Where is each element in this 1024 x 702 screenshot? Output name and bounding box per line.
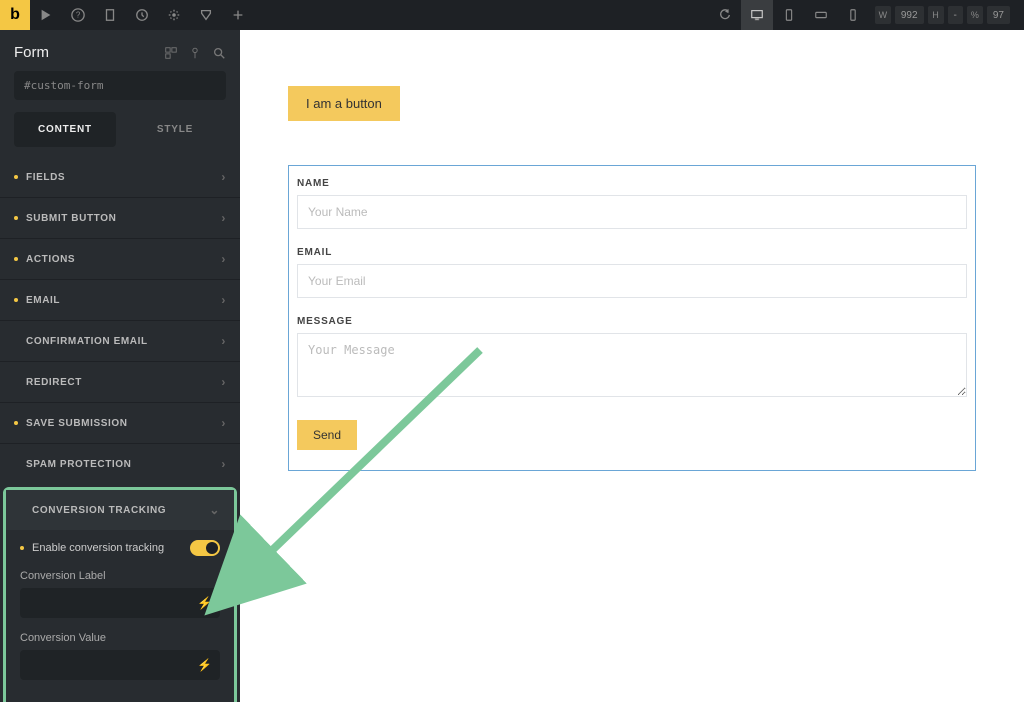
width-value[interactable]: 992 (895, 6, 924, 24)
svg-text:?: ? (76, 11, 81, 20)
device-mobile-button[interactable] (837, 0, 869, 30)
section-email[interactable]: EMAIL › (0, 279, 240, 320)
form-message-label: MESSAGE (289, 312, 975, 333)
width-label: W (875, 6, 891, 24)
add-icon[interactable] (222, 0, 254, 30)
form-email-label: EMAIL (289, 243, 975, 264)
enable-conversion-label: Enable conversion tracking (32, 542, 164, 554)
toolbar-left-group: ? (30, 0, 254, 30)
device-desktop-button[interactable] (741, 0, 773, 30)
canvas[interactable]: I am a button NAME EMAIL MESSAGE Send (240, 30, 1024, 702)
chevron-right-icon: › (221, 457, 226, 471)
device-preview-group (741, 0, 869, 30)
conversion-label-fieldlabel: Conversion Label (20, 570, 220, 582)
conversion-value-fieldlabel: Conversion Value (20, 632, 220, 644)
panel-title: Form (14, 44, 49, 61)
section-conversion-tracking[interactable]: CONVERSION TRACKING ⌄ (6, 490, 234, 530)
search-icon[interactable] (212, 46, 226, 60)
form-send-button[interactable]: Send (297, 420, 357, 450)
conversion-label-input[interactable]: ⚡ (20, 588, 220, 618)
form-message-input[interactable] (297, 333, 967, 397)
section-spam-protection[interactable]: SPAM PROTECTION › (0, 443, 240, 484)
chevron-down-icon: ⌄ (209, 503, 220, 517)
link-icon[interactable] (188, 46, 202, 60)
section-label: SUBMIT BUTTON (26, 213, 116, 224)
section-label: CONFIRMATION EMAIL (26, 336, 148, 347)
form-email-input[interactable] (297, 264, 967, 298)
zoom-value[interactable]: 97 (987, 6, 1010, 24)
section-confirmation-email[interactable]: CONFIRMATION EMAIL › (0, 320, 240, 361)
section-actions[interactable]: ACTIONS › (0, 238, 240, 279)
section-submit-button[interactable]: SUBMIT BUTTON › (0, 197, 240, 238)
form-name-label: NAME (289, 174, 975, 195)
form-name-input[interactable] (297, 195, 967, 229)
sample-button[interactable]: I am a button (288, 86, 400, 121)
section-label: SAVE SUBMISSION (26, 418, 128, 429)
inspector-tabs: CONTENT STYLE (14, 112, 226, 147)
help-icon[interactable]: ? (62, 0, 94, 30)
page-icon[interactable] (94, 0, 126, 30)
section-label: SPAM PROTECTION (26, 459, 131, 470)
device-tablet-portrait-button[interactable] (773, 0, 805, 30)
top-toolbar: b ? W 992 H - % 97 (0, 0, 1024, 30)
form-element[interactable]: NAME EMAIL MESSAGE Send (288, 165, 976, 471)
section-label: EMAIL (26, 295, 60, 306)
sections-list: FIELDS › SUBMIT BUTTON › ACTIONS › EMAIL… (0, 157, 240, 702)
panel-header: Form (0, 30, 240, 71)
conversion-body: Enable conversion tracking Conversion La… (6, 530, 234, 702)
chevron-right-icon: › (221, 375, 226, 389)
section-save-submission[interactable]: SAVE SUBMISSION › (0, 402, 240, 443)
chevron-right-icon: › (221, 170, 226, 184)
section-label: REDIRECT (26, 377, 82, 388)
structure-icon[interactable] (164, 46, 178, 60)
css-selector-input[interactable]: #custom-form (14, 71, 226, 100)
chevron-right-icon: › (221, 211, 226, 225)
conversion-value-input[interactable]: ⚡ (20, 650, 220, 680)
app-logo[interactable]: b (0, 0, 30, 30)
chevron-right-icon: › (221, 334, 226, 348)
settings-icon[interactable] (158, 0, 190, 30)
enable-conversion-toggle[interactable] (190, 540, 220, 556)
section-conversion-tracking-highlight: CONVERSION TRACKING ⌄ Enable conversion … (3, 487, 237, 702)
tab-content[interactable]: CONTENT (14, 112, 116, 147)
history-icon[interactable] (126, 0, 158, 30)
inspector-sidebar: Form #custom-form CONTENT STYLE FIELDS ›… (0, 30, 240, 702)
device-tablet-landscape-button[interactable] (805, 0, 837, 30)
section-label: ACTIONS (26, 254, 75, 265)
chevron-right-icon: › (221, 293, 226, 307)
enable-conversion-row: Enable conversion tracking (20, 540, 220, 556)
height-value[interactable]: - (948, 6, 963, 24)
section-fields[interactable]: FIELDS › (0, 157, 240, 197)
dimensions-group: W 992 H - % 97 (875, 6, 1010, 24)
bolt-icon[interactable]: ⚡ (197, 658, 212, 672)
height-label: H (928, 6, 944, 24)
bolt-icon[interactable]: ⚡ (197, 596, 212, 610)
refresh-icon[interactable] (709, 0, 741, 30)
chevron-right-icon: › (221, 416, 226, 430)
code-icon[interactable] (190, 0, 222, 30)
tab-style[interactable]: STYLE (124, 112, 226, 147)
chevron-right-icon: › (221, 252, 226, 266)
section-label: FIELDS (26, 172, 65, 183)
section-label: CONVERSION TRACKING (32, 505, 166, 516)
percent-label: % (967, 6, 983, 24)
section-redirect[interactable]: REDIRECT › (0, 361, 240, 402)
play-icon[interactable] (30, 0, 62, 30)
